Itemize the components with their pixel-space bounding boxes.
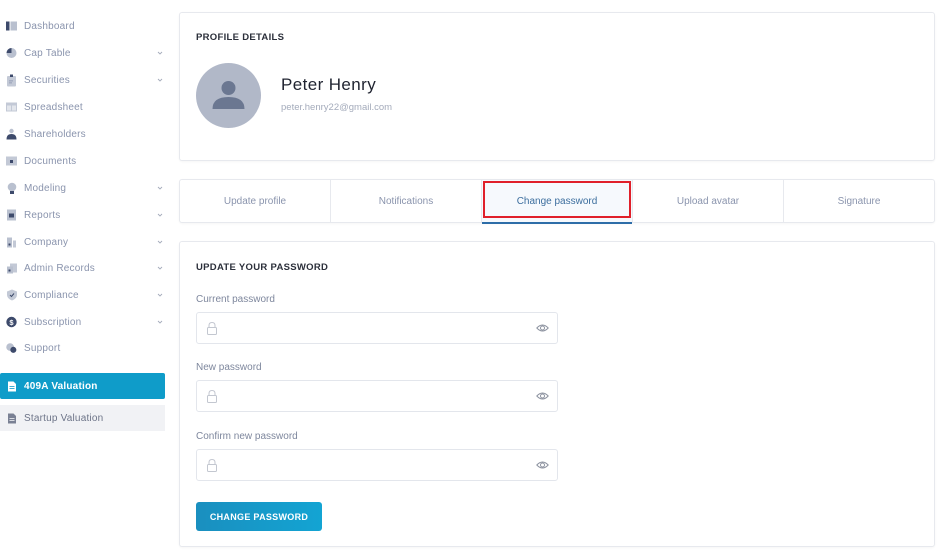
document-icon	[6, 381, 17, 392]
eye-icon[interactable]	[536, 323, 549, 333]
user-icon	[6, 128, 17, 140]
lightbulb-icon	[6, 182, 17, 194]
sidebar-item-compliance[interactable]: Compliance	[0, 282, 165, 308]
sidebar-item-shareholders[interactable]: Shareholders	[0, 121, 165, 147]
chevron-down-icon[interactable]	[157, 239, 163, 245]
confirm-password-input[interactable]	[227, 450, 527, 480]
sidebar-item-spreadsheet[interactable]: Spreadsheet	[0, 94, 165, 120]
lock-icon	[207, 458, 217, 472]
section-title: PROFILE DETAILS	[196, 32, 285, 43]
sidebar-item-label: Admin Records	[24, 262, 95, 274]
update-password-card: UPDATE YOUR PASSWORD Current password Ne…	[179, 241, 935, 547]
new-password-input[interactable]	[227, 381, 527, 411]
user-silhouette-icon	[212, 81, 245, 109]
sidebar-item-subscription[interactable]: $ Subscription	[0, 309, 165, 335]
folder-icon	[6, 156, 17, 167]
sidebar-item-support[interactable]: Support	[0, 335, 165, 361]
profile-email: peter.henry22@gmail.com	[281, 102, 393, 113]
tab-update-profile[interactable]: Update profile	[180, 180, 331, 222]
eye-icon[interactable]	[536, 460, 549, 470]
chat-icon	[6, 343, 17, 354]
sidebar-item-modeling[interactable]: Modeling	[0, 175, 165, 201]
sidebar-item-startup-valuation[interactable]: Startup Valuation	[0, 405, 165, 431]
current-password-field	[196, 312, 558, 344]
new-password-field	[196, 380, 558, 412]
sidebar-item-label: Shareholders	[24, 128, 86, 140]
profile-details-card: PROFILE DETAILS Peter Henry peter.henry2…	[179, 12, 935, 161]
highlight-box	[483, 181, 631, 218]
sidebar-item-label: Startup Valuation	[24, 412, 104, 424]
sidebar-item-label: Support	[24, 342, 61, 354]
document-icon	[6, 413, 17, 424]
sidebar-item-label: Modeling	[24, 182, 67, 194]
eye-icon[interactable]	[536, 391, 549, 401]
lock-icon	[207, 389, 217, 403]
records-icon	[6, 263, 17, 274]
sidebar-item-label: Documents	[24, 155, 77, 167]
confirm-password-label: Confirm new password	[196, 431, 298, 442]
report-icon	[6, 209, 17, 221]
profile-name: Peter Henry	[281, 75, 377, 94]
change-password-button[interactable]: CHANGE PASSWORD	[196, 502, 322, 531]
tab-notifications[interactable]: Notifications	[331, 180, 482, 222]
sidebar-item-documents[interactable]: Documents	[0, 148, 165, 174]
sidebar-item-label: Compliance	[24, 289, 79, 301]
clipboard-icon	[6, 74, 17, 86]
pie-chart-icon	[6, 48, 17, 59]
chevron-down-icon[interactable]	[157, 77, 163, 83]
sidebar-item-label: Cap Table	[24, 47, 71, 59]
tab-upload-avatar[interactable]: Upload avatar	[633, 180, 784, 222]
current-password-input[interactable]	[227, 313, 527, 343]
dollar-circle-icon: $	[6, 316, 17, 328]
chevron-down-icon[interactable]	[157, 292, 163, 298]
sidebar-item-cap-table[interactable]: Cap Table	[0, 40, 165, 66]
chevron-down-icon[interactable]	[157, 50, 163, 56]
sidebar-item-label: Company	[24, 236, 69, 248]
sidebar-item-label: Dashboard	[24, 20, 75, 32]
sidebar-item-label: Spreadsheet	[24, 101, 83, 113]
chevron-down-icon[interactable]	[157, 185, 163, 191]
sidebar-item-company[interactable]: Company	[0, 229, 165, 255]
confirm-password-field	[196, 449, 558, 481]
chevron-down-icon[interactable]	[157, 265, 163, 271]
sidebar: Dashboard Cap Table Securities Spreadshe…	[0, 0, 170, 550]
profile-tabs: Update profile Notifications Change pass…	[179, 179, 935, 224]
sidebar-item-label: 409A Valuation	[24, 380, 98, 392]
avatar	[196, 63, 261, 128]
spreadsheet-icon	[6, 102, 17, 113]
new-password-label: New password	[196, 362, 262, 373]
lock-icon	[207, 321, 217, 335]
section-title: UPDATE YOUR PASSWORD	[196, 262, 329, 273]
building-icon	[6, 237, 17, 248]
sidebar-item-admin-records[interactable]: Admin Records	[0, 255, 165, 281]
tab-signature[interactable]: Signature	[784, 180, 934, 222]
chevron-down-icon[interactable]	[157, 212, 163, 218]
tab-change-password[interactable]: Change password	[482, 180, 633, 224]
dashboard-icon	[6, 21, 17, 32]
sidebar-item-label: Subscription	[24, 316, 82, 328]
shield-check-icon	[6, 289, 17, 301]
sidebar-item-label: Reports	[24, 209, 61, 221]
current-password-label: Current password	[196, 294, 275, 305]
sidebar-item-reports[interactable]: Reports	[0, 202, 165, 228]
sidebar-item-409a-valuation[interactable]: 409A Valuation	[0, 373, 165, 399]
sidebar-item-label: Securities	[24, 74, 70, 86]
sidebar-item-dashboard[interactable]: Dashboard	[0, 13, 165, 39]
sidebar-item-securities[interactable]: Securities	[0, 67, 165, 93]
chevron-down-icon[interactable]	[157, 319, 163, 325]
